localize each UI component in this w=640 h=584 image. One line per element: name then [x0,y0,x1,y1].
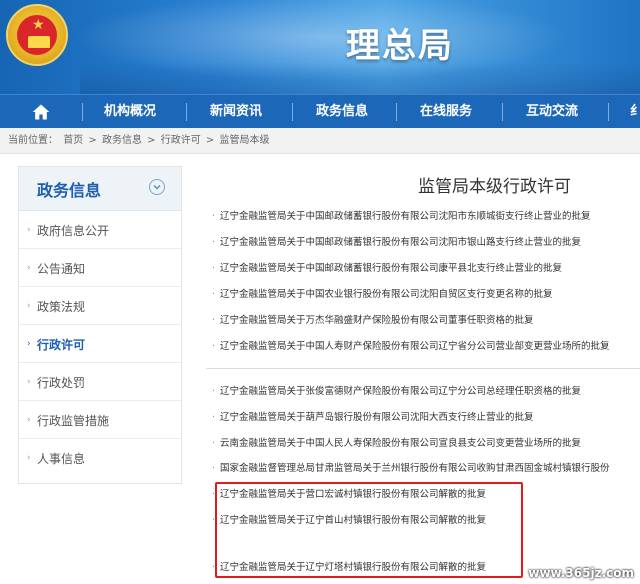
sidebar-item-admin-penalty[interactable]: › 行政处罚 [19,363,181,401]
nav-separator [608,103,609,121]
bullet-icon: · [212,263,216,274]
watermark: www.365jz.com [528,566,634,580]
breadcrumb-admin-license-link[interactable]: 行政许可 [161,135,201,146]
article-link[interactable]: · 辽宁金融监管局关于张俊富德财产保险股份有限公司辽宁分公司总经理任职资格的批复 [212,380,640,404]
main-nav: 机构概况 新闻资讯 政务信息 在线服务 互动交流 纟 [0,94,640,128]
site-header: ★ 理总局 [0,0,640,94]
article-title: 辽宁金融监管局关于中国邮政储蓄银行股份有限公司康平县北支行终止营业的批复 [220,263,563,274]
nav-item-truncated[interactable]: 纟 [630,95,640,129]
sidebar-item-supervision-measures[interactable]: › 行政监管措施 [19,401,181,439]
nav-separator [396,103,397,121]
sidebar-item-notices[interactable]: › 公告通知 [19,249,181,287]
article-link[interactable]: · 辽宁金融监管局关于中国人寿财产保险股份有限公司辽宁省分公司营业部变更营业场所的… [212,335,640,359]
breadcrumb-separator: > [147,135,156,146]
article-title: 国家金融监督管理总局甘肃监管局关于兰州银行股份有限公司收购甘肃西固金城村镇银行股… [220,463,610,474]
bullet-icon: · [212,315,216,326]
breadcrumb: 当前位置： 首页 > 政务信息 > 行政许可 > 监管局本级 [0,128,640,154]
sidebar-item-label: 行政处罚 [37,376,86,390]
nav-item-news[interactable]: 新闻资讯 [210,95,262,129]
bullet-icon: › [27,339,31,349]
bullet-icon: · [212,412,216,423]
bullet-icon: · [212,211,216,222]
article-title: 辽宁金融监管局关于中国邮政储蓄银行股份有限公司沈阳市银山路支行终止营业的批复 [220,237,582,248]
nav-separator [186,103,187,121]
bullet-icon: · [212,237,216,248]
article-link[interactable]: · 辽宁金融监管局关于葫芦岛银行股份有限公司沈阳大西支行终止营业的批复 [212,406,640,430]
sidebar-item-label: 政策法规 [37,300,86,314]
sidebar-item-label: 行政监管措施 [37,414,110,428]
sidebar-collapse-button[interactable] [149,179,165,195]
nav-item-online-service[interactable]: 在线服务 [420,95,472,129]
sidebar-title: 政务信息 [37,181,102,200]
nav-item-government-info[interactable]: 政务信息 [316,95,368,129]
list-divider [206,368,640,369]
page-title: 监管局本级行政许可 [418,177,571,197]
sidebar-item-label: 政府信息公开 [37,224,110,238]
breadcrumb-prefix: 当前位置： [8,135,58,146]
article-title: 云南金融监管局关于中国人民人寿保险股份有限公司宣良县支公司变更营业场所的批复 [220,438,582,449]
bullet-icon: › [27,415,31,425]
sidebar: 政务信息 › 政府信息公开 › 公告通知 › 政策法规 › 行政许可 › 行政处… [18,166,182,484]
sidebar-item-policies[interactable]: › 政策法规 [19,287,181,325]
breadcrumb-government-info-link[interactable]: 政务信息 [102,135,142,146]
breadcrumb-separator: > [88,135,97,146]
sidebar-item-personnel[interactable]: › 人事信息 [19,439,181,477]
article-link[interactable]: · 国家金融监督管理总局甘肃监管局关于兰州银行股份有限公司收购甘肃西固金城村镇银行… [212,457,640,481]
breadcrumb-current: 监管局本级 [219,135,270,146]
article-title: 辽宁金融监管局关于张俊富德财产保险股份有限公司辽宁分公司总经理任职资格的批复 [220,386,582,397]
bullet-icon: › [27,263,31,273]
sidebar-item-admin-license[interactable]: › 行政许可 [19,325,181,363]
article-title: 辽宁金融监管局关于中国人寿财产保险股份有限公司辽宁省分公司营业部变更营业场所的批… [220,341,610,352]
nav-home-button[interactable] [0,95,82,129]
article-title: 辽宁金融监管局关于中国农业银行股份有限公司沈阳自贸区支行变更名称的批复 [220,289,553,300]
site-title: 理总局 [346,26,454,66]
bullet-icon: › [27,377,31,387]
article-link[interactable]: · 辽宁金融监管局关于中国邮政储蓄银行股份有限公司康平县北支行终止营业的批复 [212,257,640,281]
breadcrumb-separator: > [205,135,215,146]
article-link[interactable]: · 辽宁金融监管局关于中国邮政储蓄银行股份有限公司沈阳市银山路支行终止营业的批复 [212,231,640,255]
home-icon [32,104,50,120]
article-link[interactable]: · 辽宁金融监管局关于中国农业银行股份有限公司沈阳自贸区支行变更名称的批复 [212,283,640,307]
nav-item-interaction[interactable]: 互动交流 [526,95,578,129]
bullet-icon: · [212,341,216,352]
emblem-star-icon: ★ [32,17,45,33]
bullet-icon: › [27,453,31,463]
nav-separator [502,103,503,121]
emblem-gate-icon [28,36,50,48]
bullet-icon: › [27,225,31,235]
sidebar-item-label: 公告通知 [37,262,86,276]
sidebar-header: 政务信息 [19,167,181,211]
bullet-icon: · [212,463,216,474]
article-link[interactable]: · 辽宁金融监管局关于中国邮政储蓄银行股份有限公司沈阳市东顺城街支行终止营业的批复 [212,205,640,229]
bullet-icon: › [27,301,31,311]
breadcrumb-home-link[interactable]: 首页 [63,135,83,146]
article-title: 辽宁金融监管局关于葫芦岛银行股份有限公司沈阳大西支行终止营业的批复 [220,412,534,423]
bullet-icon: · [212,386,216,397]
sidebar-item-label: 人事信息 [37,452,86,466]
chevron-down-icon [153,185,161,190]
bullet-icon: · [212,289,216,300]
bullet-icon: · [212,438,216,449]
nav-separator [292,103,293,121]
sidebar-item-gov-info-disclosure[interactable]: › 政府信息公开 [19,211,181,249]
nav-item-about[interactable]: 机构概况 [104,95,156,129]
article-link[interactable]: · 辽宁金融监管局关于万杰华融盛财产保险股份有限公司董事任职资格的批复 [212,309,640,333]
nav-separator [82,103,83,121]
sidebar-item-label: 行政许可 [37,338,86,352]
national-emblem-icon[interactable]: ★ [6,4,68,66]
highlight-box [215,482,523,578]
article-link[interactable]: · 云南金融监管局关于中国人民人寿保险股份有限公司宣良县支公司变更营业场所的批复 [212,432,640,456]
article-title: 辽宁金融监管局关于万杰华融盛财产保险股份有限公司董事任职资格的批复 [220,315,534,326]
article-title: 辽宁金融监管局关于中国邮政储蓄银行股份有限公司沈阳市东顺城街支行终止营业的批复 [220,211,591,222]
